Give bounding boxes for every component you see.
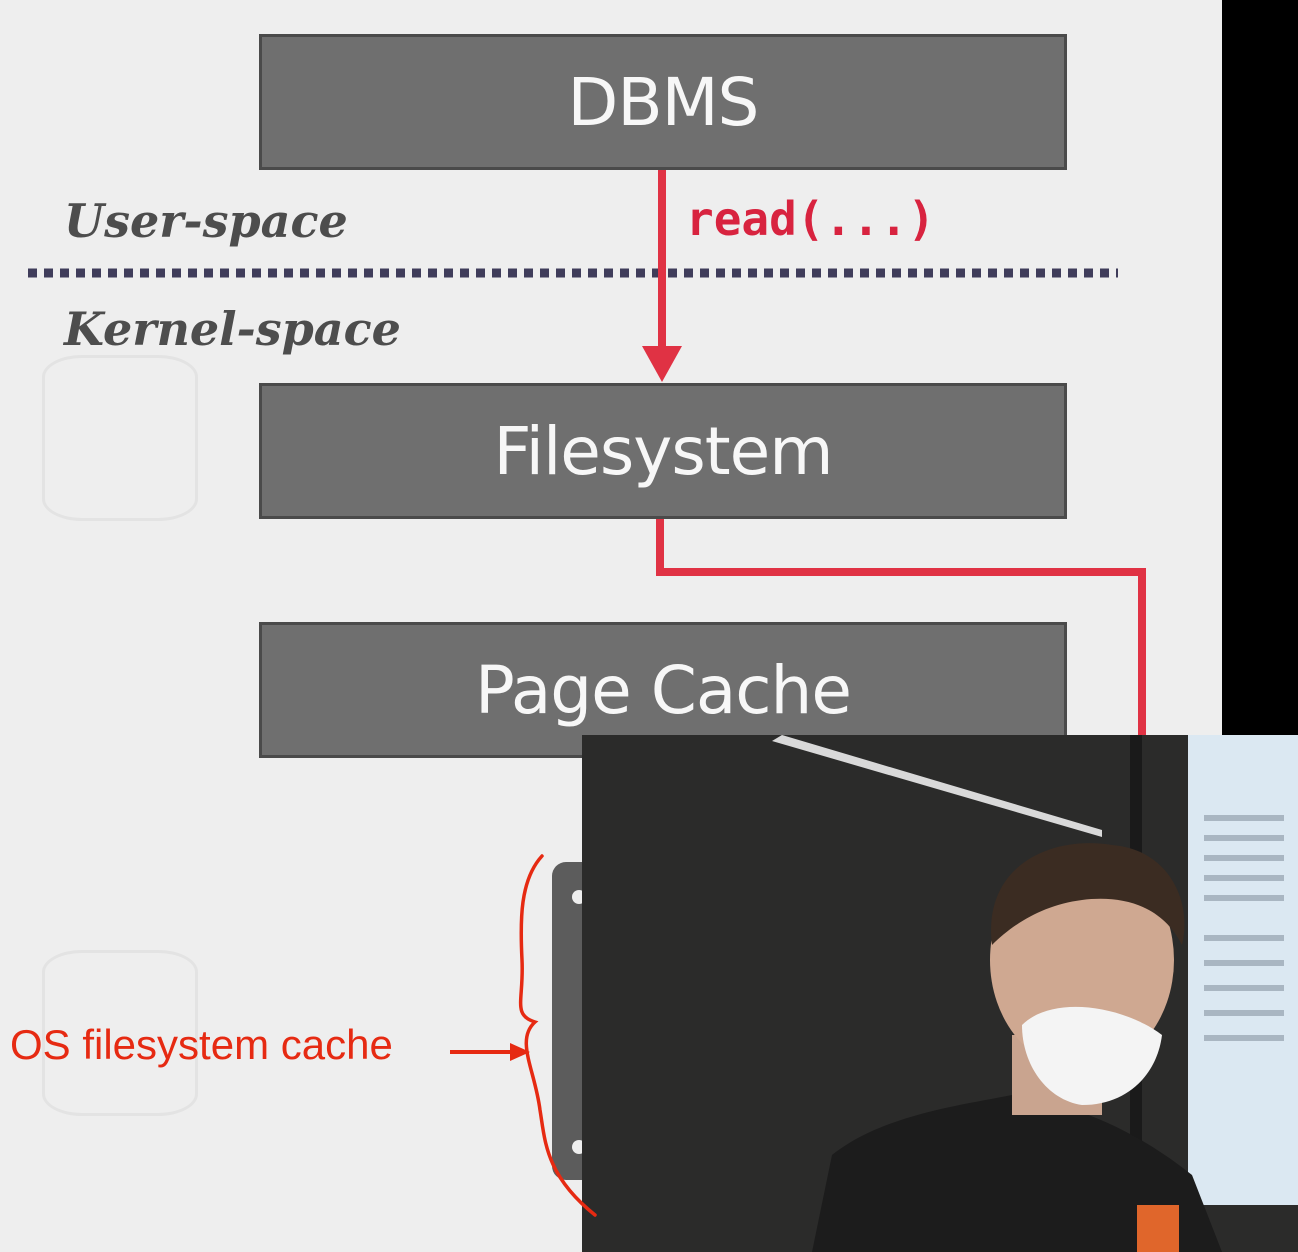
filesystem-to-disk-path <box>656 519 1146 760</box>
speaker-video-overlay <box>582 735 1298 1252</box>
os-filesystem-cache-annotation: OS filesystem cache <box>10 1021 393 1068</box>
read-arrowhead <box>642 346 682 382</box>
